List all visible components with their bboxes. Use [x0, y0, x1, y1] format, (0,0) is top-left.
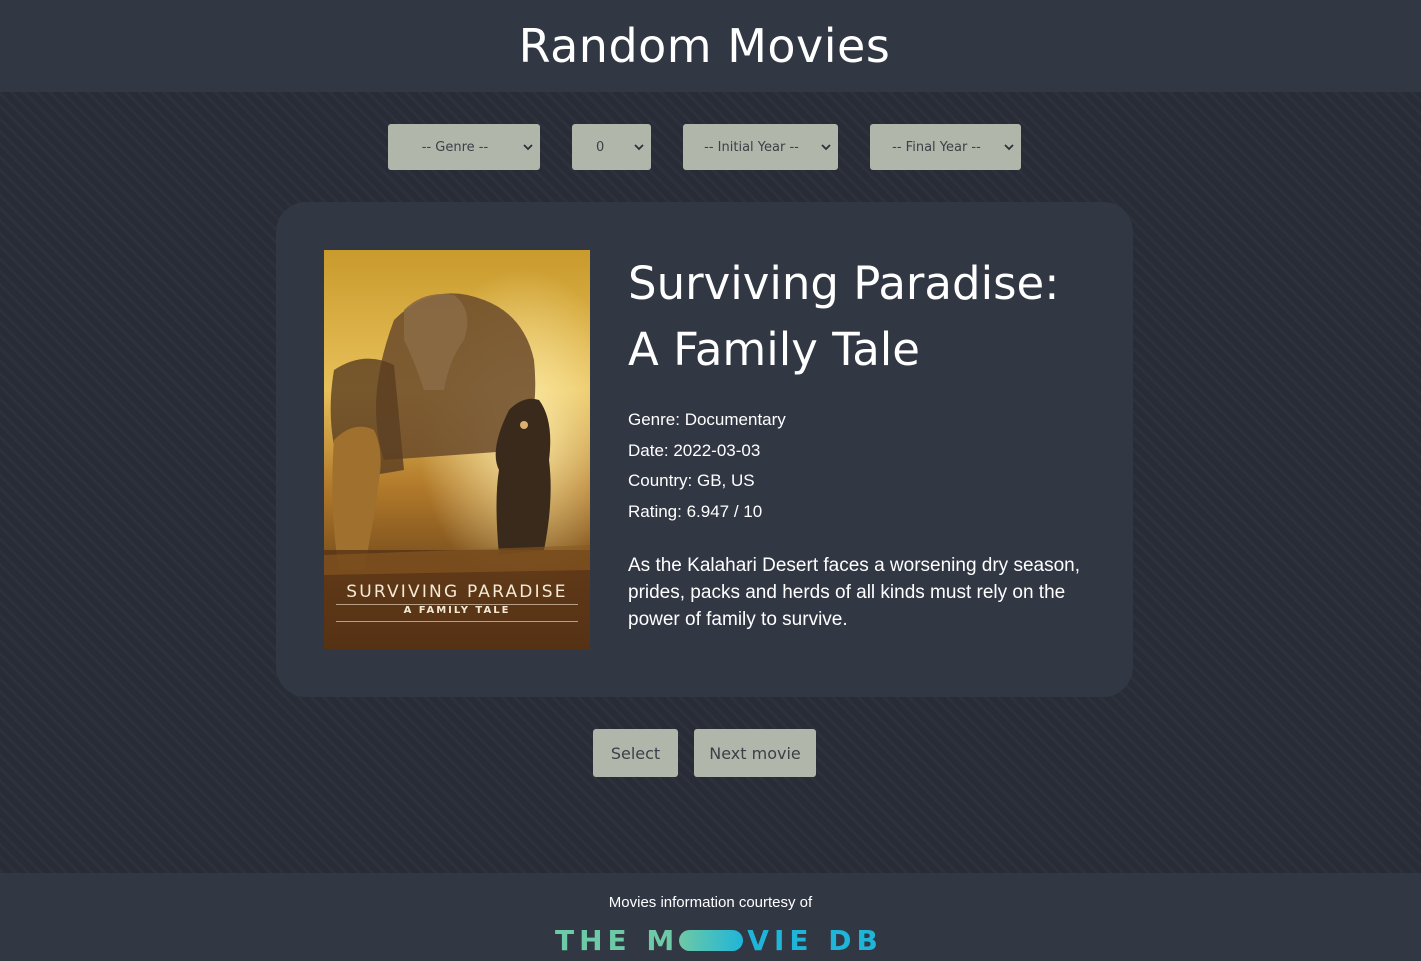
courtesy-text: Movies information courtesy of: [608, 894, 813, 911]
movie-overview: As the Kalahari Desert faces a worsening…: [628, 555, 1081, 630]
movie-card: SURVIVING PARADISE A FAMILY TALE Survivi…: [276, 202, 1133, 697]
movie-date: Date: 2022-03-03: [628, 440, 761, 460]
tmdb-logo-text: THE M: [555, 923, 680, 957]
filters-bar: -- Genre -- 0 -- Initial Year -- -- Fina…: [0, 124, 1421, 170]
poster-subtitle: A FAMILY TALE: [403, 605, 511, 616]
movie-poster: SURVIVING PARADISE A FAMILY TALE: [324, 250, 590, 649]
movie-rating: Rating: 6.947 / 10: [628, 501, 763, 521]
initial-year-select[interactable]: -- Initial Year --: [683, 124, 838, 170]
tmdb-pill-icon: [679, 929, 744, 951]
count-select[interactable]: 0: [572, 124, 651, 170]
movie-meta: Genre: Documentary Date: 2022-03-03 Coun…: [628, 405, 1098, 527]
movie-title-line: A Family Tale: [628, 323, 920, 376]
poster-title: SURVIVING PARADISE: [346, 582, 568, 602]
page-title: Random Movies: [518, 19, 891, 73]
movie-genre: Genre: Documentary: [628, 410, 786, 429]
chevron-down-icon: [633, 143, 645, 151]
movie-title: Surviving Paradise: A Family Tale: [628, 251, 1098, 383]
poster-divider: [336, 621, 578, 622]
chevron-down-icon: [820, 143, 832, 151]
initial-year-select-value: -- Initial Year --: [704, 139, 799, 155]
chevron-down-icon: [1003, 143, 1015, 151]
tmdb-logo-text: VIE DB: [747, 923, 883, 957]
chevron-down-icon: [522, 143, 534, 151]
final-year-select[interactable]: -- Final Year --: [870, 124, 1021, 170]
select-button[interactable]: Select: [593, 729, 678, 777]
movie-country: Country: GB, US: [628, 471, 755, 490]
final-year-select-value: -- Final Year --: [892, 139, 981, 155]
genre-select[interactable]: -- Genre --: [388, 124, 540, 170]
tmdb-logo[interactable]: THE M VIE DB: [555, 923, 883, 957]
movie-title-line: Surviving Paradise:: [628, 257, 1060, 310]
app-header: Random Movies: [0, 0, 1421, 92]
footer: Movies information courtesy of THE M VIE…: [0, 873, 1421, 961]
genre-select-value: -- Genre --: [421, 139, 489, 155]
count-select-value: 0: [596, 139, 605, 155]
movie-info: Surviving Paradise: A Family Tale Genre:…: [628, 250, 1098, 633]
next-movie-button[interactable]: Next movie: [694, 729, 816, 777]
